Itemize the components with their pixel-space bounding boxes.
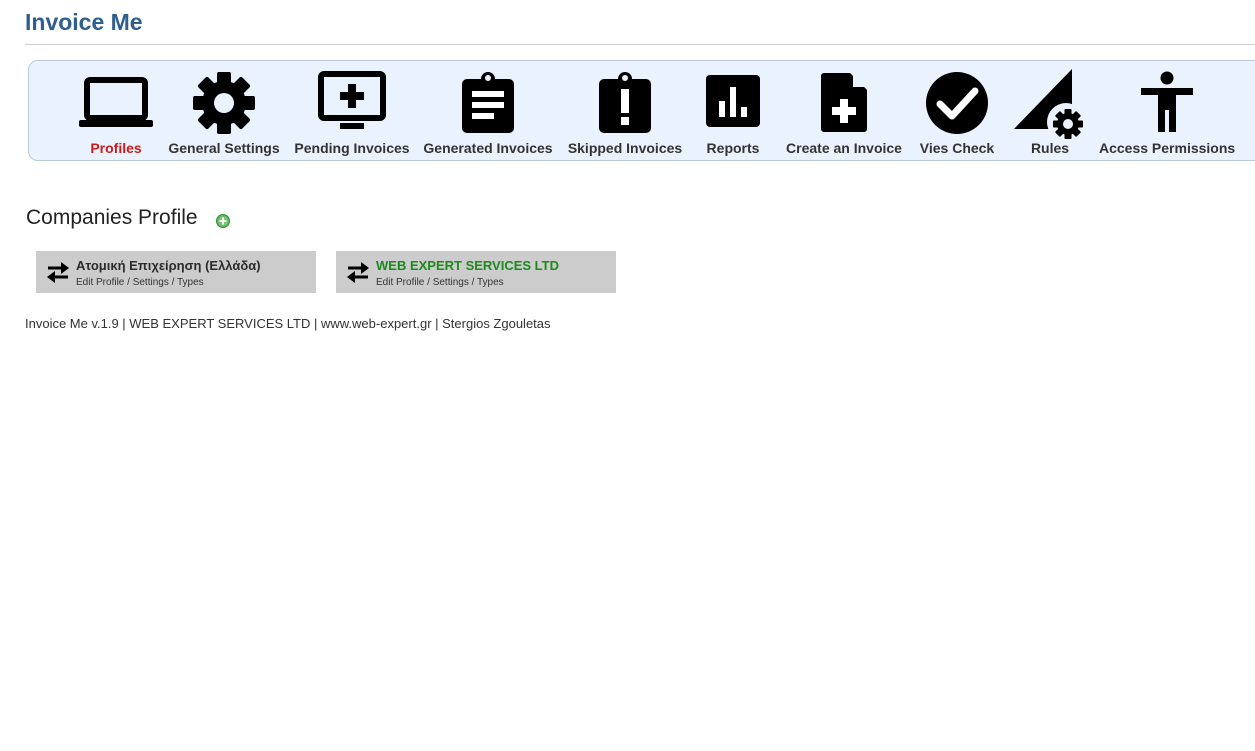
file-plus-icon [821,73,867,132]
company-card[interactable]: WEB EXPERT SERVICES LTD Edit Profile / S… [336,251,616,293]
ruler-gear-icon [1014,69,1085,141]
company-name: WEB EXPERT SERVICES LTD [376,258,559,273]
tool-profiles[interactable]: Profiles [73,61,159,161]
tool-label: Pending Invoices [294,140,410,156]
section-title: Companies Profile [26,206,198,229]
swap-arrows-icon [47,262,69,283]
footer-text: Invoice Me v.1.9 | WEB EXPERT SERVICES L… [25,316,551,331]
tool-label: Rules [1030,140,1070,156]
tool-generated-invoices[interactable]: Generated Invoices [421,61,555,161]
tool-pending-invoices[interactable]: Pending Invoices [291,61,413,161]
check-circle-icon [926,72,988,134]
tool-general-settings[interactable]: General Settings [165,61,283,161]
tool-label: Skipped Invoices [567,140,683,156]
tool-skipped-invoices[interactable]: Skipped Invoices [563,61,687,161]
swap-arrows-icon [347,262,369,283]
company-edit-links[interactable]: Edit Profile / Settings / Types [376,277,504,288]
app-title: Invoice Me [25,9,143,35]
company-edit-links[interactable]: Edit Profile / Settings / Types [76,277,204,288]
tool-access-permissions[interactable]: Access Permissions [1099,61,1235,161]
tool-label: General Settings [168,140,280,156]
clipboard-alert-icon [599,72,651,133]
tool-reports[interactable]: Reports [695,61,771,161]
gear-icon [193,72,255,134]
laptop-icon [79,77,153,127]
tool-create-invoice[interactable]: Create an Invoice [781,61,907,161]
person-icon [1141,71,1193,132]
monitor-plus-icon [318,71,386,129]
tool-label: Reports [706,140,760,156]
tool-vies-check[interactable]: Vies Check [915,61,999,161]
tool-label: Vies Check [919,140,995,156]
bar-chart-icon [706,75,760,127]
company-name: Ατομική Επιχείρηση (Ελλάδα) [76,258,261,273]
tool-label: Profiles [90,140,142,156]
clipboard-list-icon [462,72,514,133]
tool-label: Create an Invoice [786,140,902,156]
title-divider [25,44,1255,45]
company-card[interactable]: Ατομική Επιχείρηση (Ελλάδα) Edit Profile… [36,251,316,293]
tool-rules[interactable]: Rules [1009,61,1091,161]
main-toolbar: Profiles General Settings Pending Invoic… [28,60,1255,161]
tool-label: Generated Invoices [423,140,553,156]
tool-label: Access Permissions [1099,140,1236,156]
add-circle-icon[interactable] [216,214,230,228]
